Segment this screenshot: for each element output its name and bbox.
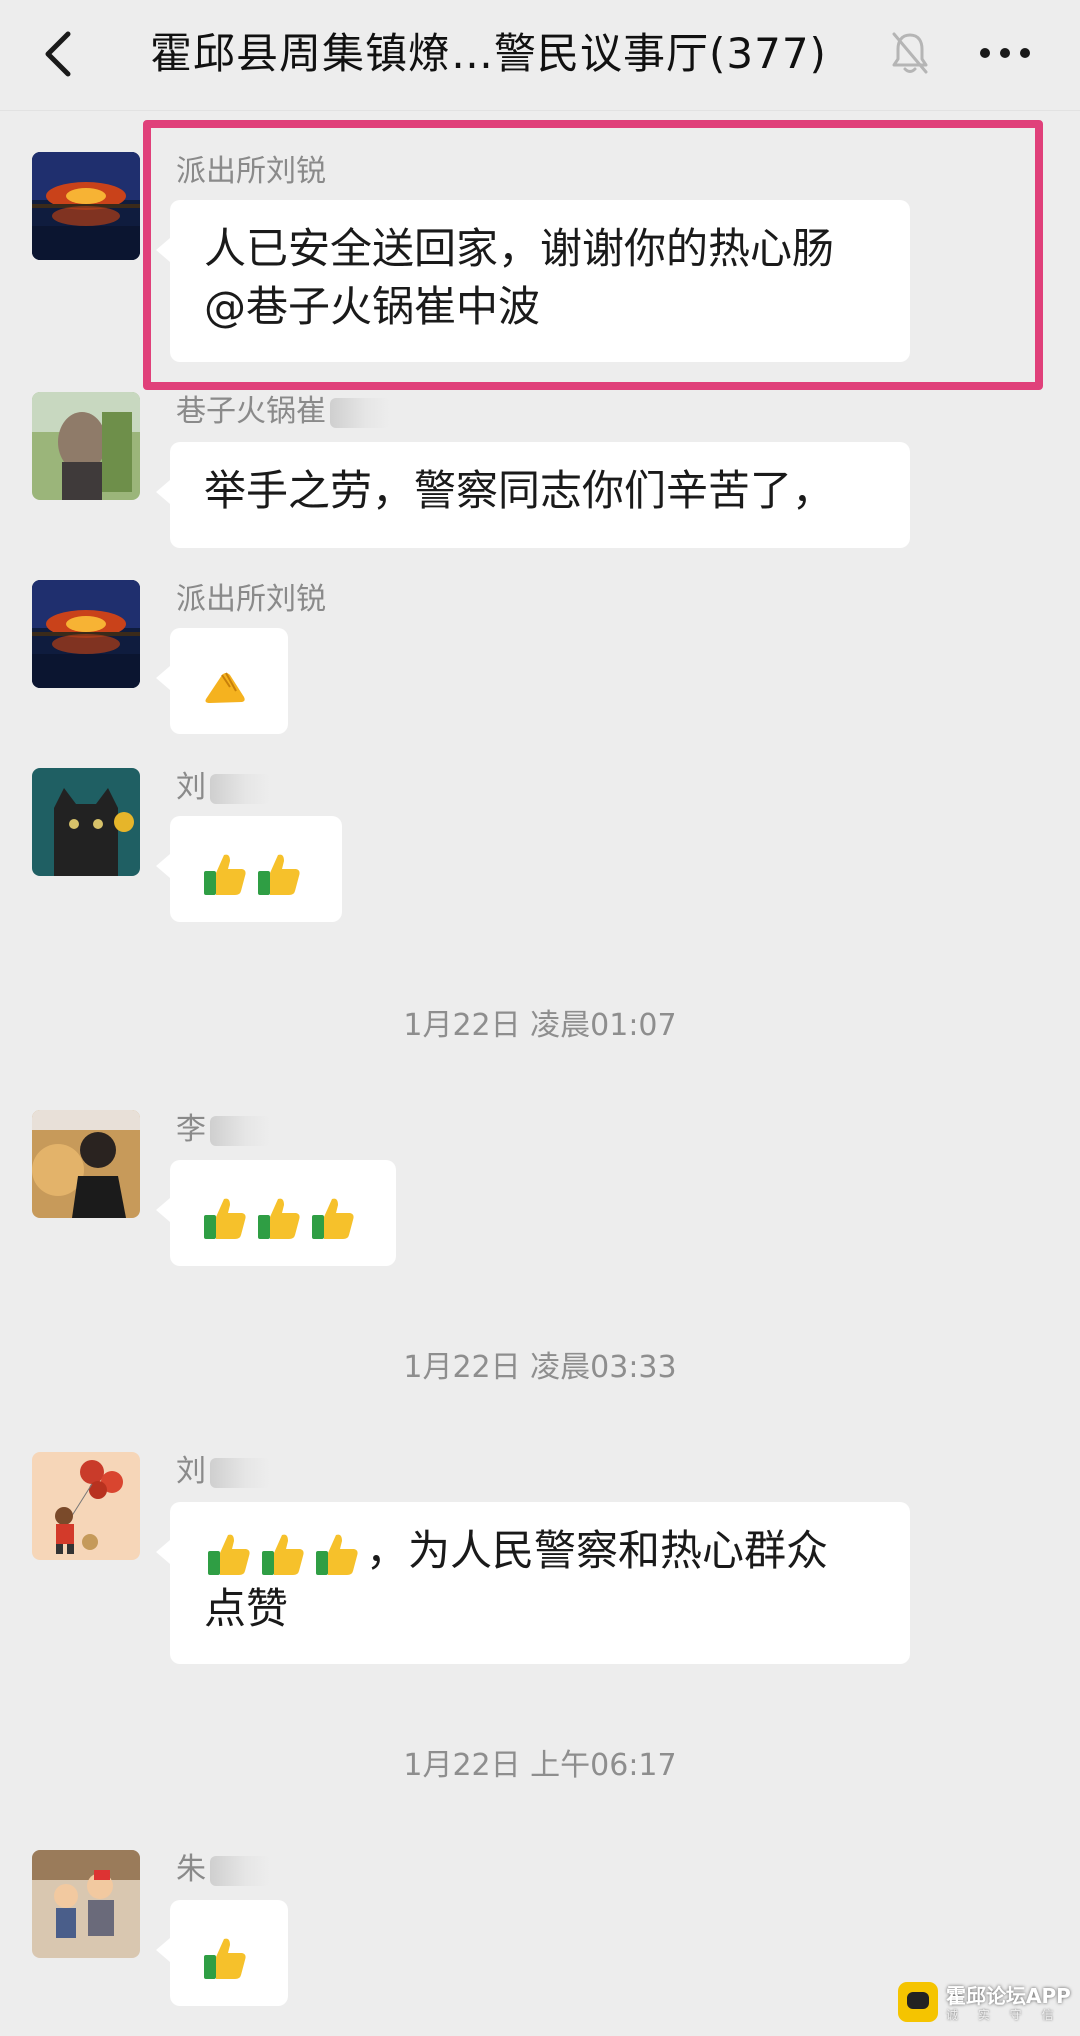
thumbs-up-icon — [204, 1198, 246, 1239]
thumbs-up-icon — [258, 854, 300, 895]
message-text: 举手之劳，警察同志你们辛苦了， — [204, 466, 835, 515]
thumbs-up-icon — [208, 1534, 250, 1575]
message-bubble[interactable] — [156, 816, 342, 922]
thumbs-up-icon — [312, 1198, 354, 1239]
highlight-frame — [143, 120, 1043, 390]
more-dots-icon[interactable] — [975, 38, 1035, 68]
message-bubble[interactable]: ，为人民警察和热心群众 点赞 — [156, 1502, 910, 1664]
timestamp: 1月22日 凌晨03:33 — [403, 1350, 677, 1385]
message-bubble[interactable]: 举手之劳，警察同志你们辛苦了， — [156, 442, 910, 548]
blurred-name — [330, 397, 390, 428]
sender-name: 李 — [176, 1110, 270, 1150]
avatar-person-blurred[interactable] — [32, 392, 140, 500]
thumbs-up-icon — [262, 1534, 304, 1575]
sender-name-text: 刘 — [176, 1454, 206, 1489]
avatar-kids[interactable] — [32, 1850, 140, 1958]
thumbs-up-icon — [258, 1198, 300, 1239]
chevron-left-icon[interactable] — [36, 28, 84, 80]
avatar-sunset[interactable] — [32, 152, 140, 260]
avatar-man[interactable] — [32, 1110, 140, 1218]
handshake-icon — [205, 672, 245, 703]
chat-title: 霍邱县周集镇燎…警民议事厅(377) — [150, 29, 827, 78]
timestamp: 1月22日 凌晨01:07 — [403, 1008, 677, 1043]
thumbs-up-icon — [316, 1534, 358, 1575]
sender-name: 朱 — [176, 1850, 270, 1890]
sender-name-text: 刘 — [176, 770, 206, 805]
sender-name-text: 朱 — [176, 1852, 206, 1887]
chat-bubble-icon — [898, 1982, 938, 2022]
app-watermark: 霍邱论坛APP 诚 实 守 信 — [898, 1980, 1071, 2026]
avatar-child-balloons[interactable] — [32, 1452, 140, 1560]
timestamp: 1月22日 上午06:17 — [403, 1748, 677, 1783]
sender-name-text: 巷子火锅崔 — [176, 394, 326, 429]
blurred-name — [210, 1855, 270, 1886]
sender-name: 刘 — [176, 768, 270, 808]
avatar-sunset[interactable] — [32, 580, 140, 688]
avatar-cat[interactable] — [32, 768, 140, 876]
message-bubble[interactable] — [156, 628, 288, 734]
message-bubble[interactable] — [156, 1160, 396, 1266]
blurred-name — [210, 773, 270, 804]
watermark-subtext: 诚 实 守 信 — [946, 2008, 1062, 2022]
bell-off-icon[interactable] — [890, 30, 930, 76]
chat-header: 霍邱县周集镇燎…警民议事厅(377) — [0, 0, 1080, 111]
blurred-name — [210, 1115, 270, 1146]
thumbs-up-icon — [204, 1938, 246, 1979]
sender-name: 派出所刘锐 — [176, 582, 326, 617]
sender-name-text: 李 — [176, 1112, 206, 1147]
thumbs-up-icon — [204, 854, 246, 895]
message-bubble[interactable] — [156, 1900, 288, 2006]
sender-name: 刘 — [176, 1452, 270, 1492]
sender-name: 巷子火锅崔 — [176, 392, 390, 432]
blurred-name — [210, 1457, 270, 1488]
watermark-text: 霍邱论坛APP — [946, 1984, 1071, 2008]
